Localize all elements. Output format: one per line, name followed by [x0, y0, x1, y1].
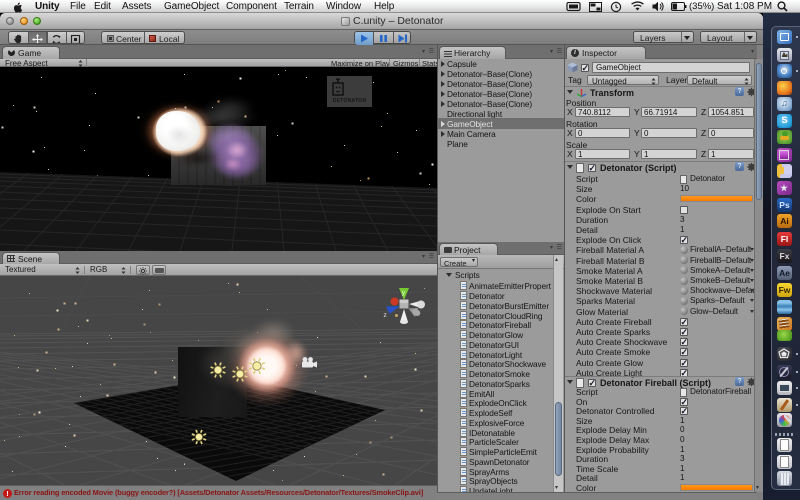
- svg-text:z: z: [384, 312, 387, 319]
